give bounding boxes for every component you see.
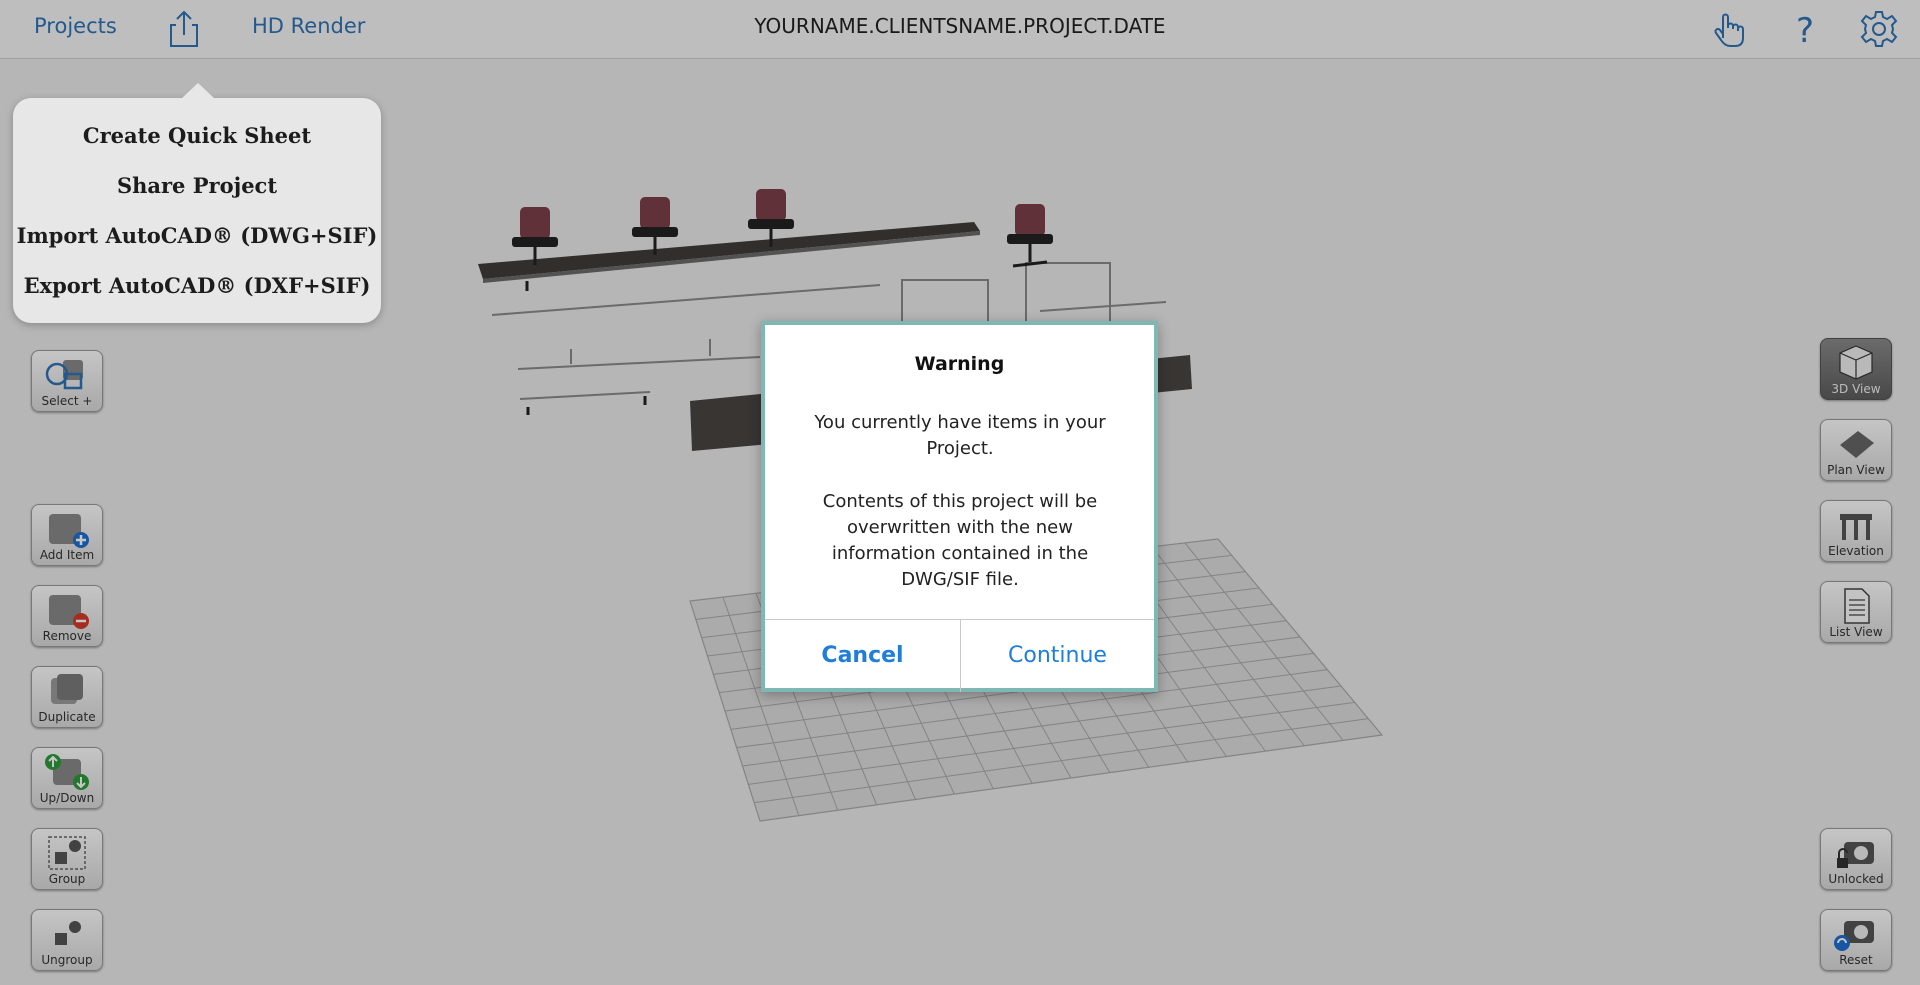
continue-button[interactable]: Continue <box>961 620 1154 692</box>
warning-dialog: Warning You currently have items in your… <box>761 321 1158 692</box>
create-quick-sheet-item[interactable]: Create Quick Sheet <box>13 123 381 148</box>
popover-arrow <box>181 83 215 99</box>
share-menu-popover: Create Quick Sheet Share Project Import … <box>13 83 381 323</box>
cancel-button[interactable]: Cancel <box>765 620 960 692</box>
share-project-item[interactable]: Share Project <box>13 173 381 198</box>
dialog-message-items: You currently have items in your Project… <box>814 412 1106 459</box>
dialog-title: Warning <box>914 353 1005 375</box>
export-autocad-item[interactable]: Export AutoCAD® (DXF+SIF) <box>13 273 381 298</box>
dialog-message-overwrite: Contents of this project will be overwri… <box>822 491 1098 590</box>
import-autocad-item[interactable]: Import AutoCAD® (DWG+SIF) <box>13 223 381 248</box>
